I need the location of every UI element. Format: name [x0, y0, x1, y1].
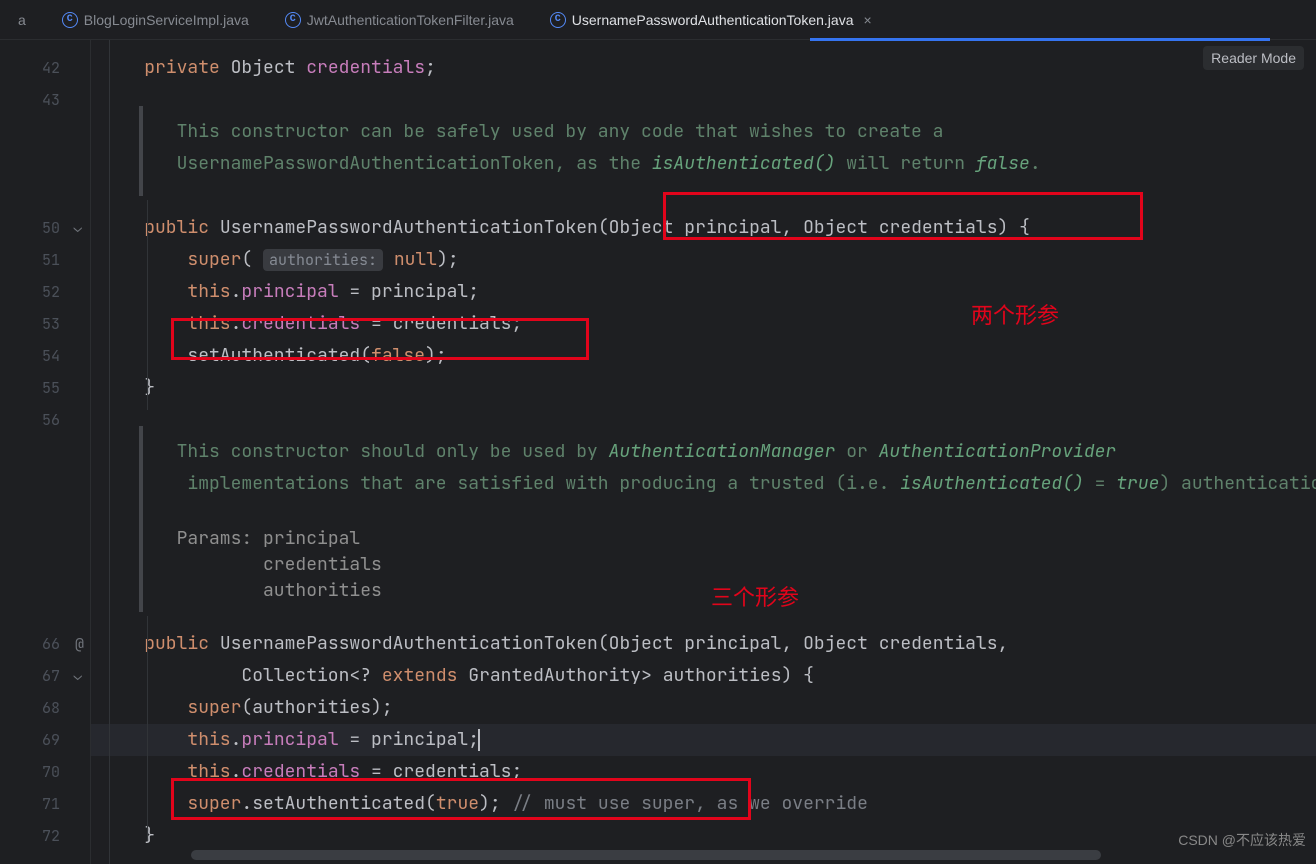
code-line[interactable]: public UsernamePasswordAuthenticationTok… [91, 628, 1316, 660]
java-class-icon: C [285, 12, 301, 28]
editor-tabs: a C BlogLoginServiceImpl.java C JwtAuthe… [0, 0, 1316, 40]
code-line-current[interactable]: this.principal = principal; [91, 724, 1316, 756]
code-line[interactable] [91, 84, 1316, 116]
tab-label: BlogLoginServiceImpl.java [84, 12, 249, 28]
javadoc-line: UsernamePasswordAuthenticationToken, as … [91, 148, 1316, 180]
tab-label: UsernamePasswordAuthenticationToken.java [572, 12, 854, 28]
code-area[interactable]: private Object credentials; This constru… [90, 40, 1316, 864]
tab-jwtfilter[interactable]: C JwtAuthenticationTokenFilter.java [267, 0, 532, 40]
java-class-icon: C [62, 12, 78, 28]
tab-label: JwtAuthenticationTokenFilter.java [307, 12, 514, 28]
fold-chevron-icon[interactable]: 67 [0, 660, 90, 692]
inlay-hint: authorities: [263, 249, 383, 271]
code-line[interactable]: this.credentials = credentials; [91, 756, 1316, 788]
java-class-icon: C [550, 12, 566, 28]
override-gutter-icon[interactable]: 66 [0, 628, 90, 660]
javadoc-line [91, 500, 1316, 526]
code-line[interactable]: Collection<? extends GrantedAuthority> a… [91, 660, 1316, 692]
watermark: CSDN @不应该热爱 [1178, 830, 1306, 850]
code-line[interactable]: } [91, 820, 1316, 852]
javadoc-params-line: credentials [91, 552, 1316, 578]
code-line[interactable]: } [91, 372, 1316, 404]
scrollbar-thumb[interactable] [191, 850, 1101, 860]
javadoc-params-line: authorities [91, 578, 1316, 604]
code-line[interactable]: super(authorities); [91, 692, 1316, 724]
fold-chevron-icon[interactable]: 50 [0, 212, 90, 244]
code-line[interactable]: setAuthenticated(false); [91, 340, 1316, 372]
javadoc-line: implementations that are satisfied with … [91, 468, 1316, 500]
code-line[interactable]: super.setAuthenticated(true); // must us… [91, 788, 1316, 820]
doc-indent-bar [139, 106, 143, 196]
code-line[interactable] [91, 180, 1316, 212]
javadoc-line: This constructor can be safely used by a… [91, 116, 1316, 148]
text-caret [478, 729, 480, 751]
code-line[interactable]: super( authorities: null); [91, 244, 1316, 276]
line-gutter: 42 43 50 51 52 53 54 55 56 66 67 68 69 7… [0, 40, 90, 864]
code-line[interactable]: this.principal = principal; [91, 276, 1316, 308]
code-line[interactable] [91, 404, 1316, 436]
tab-bloglogin[interactable]: C BlogLoginServiceImpl.java [44, 0, 267, 40]
horizontal-scrollbar[interactable] [191, 850, 1316, 860]
code-editor[interactable]: 42 43 50 51 52 53 54 55 56 66 67 68 69 7… [0, 40, 1316, 864]
tab-truncated[interactable]: a [0, 0, 44, 40]
close-icon[interactable]: × [864, 12, 872, 28]
javadoc-params-line: Params: principal [91, 526, 1316, 552]
doc-indent-bar [139, 426, 143, 612]
code-line[interactable]: private Object credentials; [91, 52, 1316, 84]
code-line[interactable]: this.credentials = credentials; [91, 308, 1316, 340]
code-line[interactable]: public UsernamePasswordAuthenticationTok… [91, 212, 1316, 244]
tab-usernamepasswordtoken[interactable]: C UsernamePasswordAuthenticationToken.ja… [532, 0, 890, 40]
code-line[interactable] [91, 604, 1316, 628]
javadoc-line: This constructor should only be used by … [91, 436, 1316, 468]
